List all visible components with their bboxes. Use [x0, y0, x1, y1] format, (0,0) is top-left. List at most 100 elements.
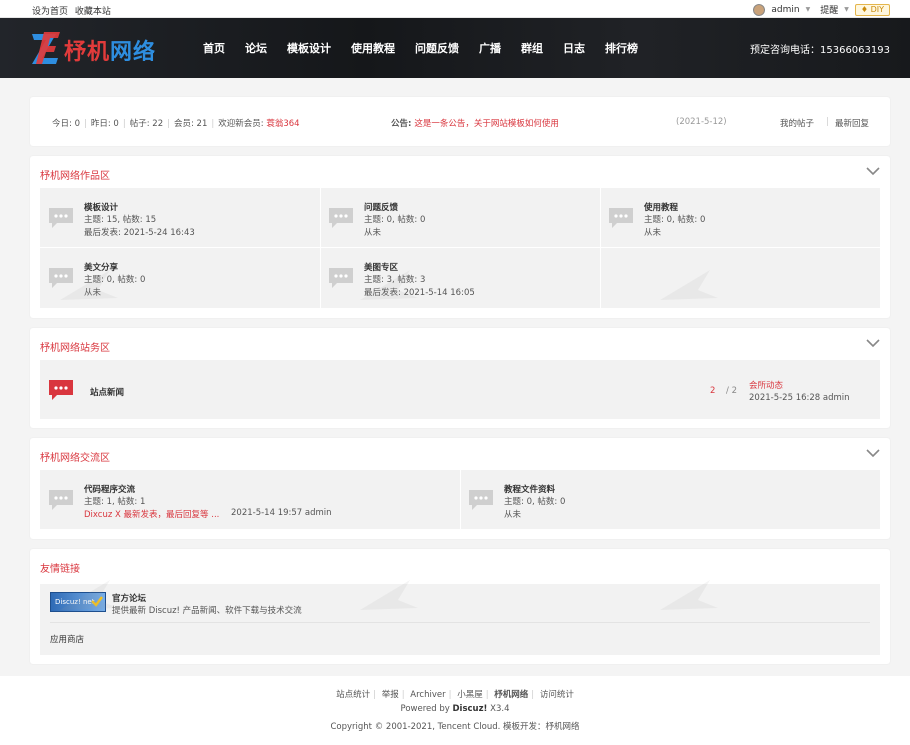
forum-last-post[interactable]: 最后发表: 2021-5-14 16:05 — [364, 286, 475, 298]
forum-bubble-icon — [469, 490, 493, 510]
forum-bubble-icon — [329, 208, 353, 228]
chevron-down-icon[interactable] — [866, 449, 880, 458]
nav-ranking[interactable]: 排行榜 — [605, 40, 638, 56]
my-posts-link[interactable]: 我的帖子 — [780, 117, 814, 129]
forum-name[interactable]: 问题反馈 — [364, 201, 398, 213]
set-homepage-link[interactable]: 设为首页 — [32, 7, 68, 17]
stat-yesterday: 昨日: 0 — [90, 119, 119, 129]
forum-name[interactable]: 代码程序交流 — [84, 483, 135, 495]
forum-row[interactable]: 站点新闻 2 / 2 会所动态 2021-5-25 16:28 admin — [40, 360, 880, 419]
footer-link-stats[interactable]: 站点统计 — [336, 690, 370, 700]
forum-item[interactable]: 教程文件资料 主题: 0, 帖数: 0 从未 — [460, 470, 880, 529]
section-title[interactable]: 杼机网络交流区 — [40, 449, 110, 464]
chevron-down-icon[interactable] — [866, 339, 880, 348]
app-store-link[interactable]: 应用商店 — [50, 633, 84, 645]
official-forum-desc: 提供最新 Discuz! 产品新闻、软件下载与技术交流 — [112, 606, 302, 616]
powered-version: X3.4 — [487, 704, 510, 714]
forum-name[interactable]: 教程文件资料 — [504, 483, 555, 495]
stat-today: 今日: 0 — [52, 119, 80, 129]
site-header: 杼机网络 首页 论坛 模板设计 使用教程 问题反馈 广播 群组 日志 排行榜 预… — [0, 18, 910, 78]
section-exchange: 杼机网络交流区 代码程序交流 主题: 1, 帖数: 1 Dixcuz X 最新发… — [30, 438, 890, 539]
site-logo[interactable]: 杼机网络 — [30, 26, 185, 70]
footer-link-visits[interactable]: 访问统计 — [540, 690, 574, 700]
forum-bubble-icon — [329, 268, 353, 288]
forum-name[interactable]: 模板设计 — [84, 201, 118, 213]
forum-last-post[interactable]: 最后发表: 2021-5-24 16:43 — [84, 226, 195, 238]
forum-bubble-icon — [609, 208, 633, 228]
forum-item[interactable]: 代码程序交流 主题: 1, 帖数: 1 Dixcuz X 最新发表，最后回复等 … — [40, 470, 460, 529]
forum-stats: 主题: 0, 帖数: 0 — [364, 215, 426, 225]
notice-date: (2021-5-12) — [676, 117, 727, 127]
forum-last-post: 从未 — [644, 228, 662, 238]
forum-stats: 主题: 0, 帖数: 0 — [644, 215, 706, 225]
divider: | — [826, 117, 829, 127]
forum-stats: 主题: 3, 帖数: 3 — [364, 275, 426, 285]
forum-stats: 主题: 15, 帖数: 15 — [84, 215, 157, 225]
forum-bubble-new-icon — [49, 380, 73, 400]
notice-label: 公告: — [391, 119, 415, 129]
discuz-logo-text: Discuz! net — [55, 598, 95, 606]
notice-link[interactable]: 这是一条公告，关于网站模板如何使用 — [414, 119, 559, 129]
logo-text-red: 杼机 — [64, 40, 111, 65]
footer-link-archiver[interactable]: Archiver — [410, 690, 445, 700]
forum-item[interactable]: 美图专区 主题: 3, 帖数: 3 最后发表: 2021-5-14 16:05 — [320, 248, 600, 307]
username-link[interactable]: admin — [771, 5, 799, 15]
hotline: 预定咨询电话：15366063193 — [750, 45, 890, 56]
nav-forum[interactable]: 论坛 — [245, 40, 267, 56]
main-nav: 首页 论坛 模板设计 使用教程 问题反馈 广播 群组 日志 排行榜 — [203, 40, 658, 56]
forum-grid: 模板设计 主题: 15, 帖数: 15 最后发表: 2021-5-24 16:4… — [40, 188, 880, 308]
footer-link-blacklist[interactable]: 小黑屋 — [457, 690, 483, 700]
avatar[interactable] — [753, 3, 766, 16]
forum-last-post: 从未 — [84, 288, 102, 298]
last-post-title[interactable]: 会所动态 — [749, 379, 783, 391]
bookmark-link[interactable]: 收藏本站 — [75, 7, 111, 17]
remind-link[interactable]: 提醒 — [820, 3, 838, 16]
post-count: / 2 — [726, 386, 737, 396]
last-post-title[interactable]: Dixcuz X 最新发表，最后回复等 ... — [84, 508, 219, 520]
last-post-info[interactable]: 2021-5-25 16:28 admin — [749, 393, 850, 403]
discuz-link[interactable]: Discuz! — [452, 704, 487, 714]
footer-links: 站点统计 | 举报 | Archiver | 小黑屋 | 杼机网络 | 访问统计 — [336, 690, 574, 700]
thread-count: 2 — [710, 386, 716, 396]
stats-counts: 今日: 0 | 昨日: 0 | 帖子: 22 | 会员: 21 | 欢迎新会员: 蓑翁364 — [52, 119, 300, 129]
forum-bubble-icon — [49, 208, 73, 228]
stat-posts: 帖子: 22 — [129, 119, 164, 129]
forum-item[interactable]: 模板设计 主题: 15, 帖数: 15 最后发表: 2021-5-24 16:4… — [40, 188, 320, 247]
forum-grid: 代码程序交流 主题: 1, 帖数: 1 Dixcuz X 最新发表，最后回复等 … — [40, 470, 880, 529]
nav-blog[interactable]: 日志 — [563, 40, 585, 56]
footer: 站点统计 | 举报 | Archiver | 小黑屋 | 杼机网络 | 访问统计 Powe… — [0, 676, 910, 745]
forum-name[interactable]: 站点新闻 — [90, 386, 124, 398]
footer-link-site[interactable]: 杼机网络 — [494, 690, 528, 700]
chevron-down-icon[interactable]: ▼ — [806, 6, 811, 13]
forum-item[interactable]: 使用教程 主题: 0, 帖数: 0 从未 — [600, 188, 880, 247]
checkmark-icon — [91, 596, 103, 607]
footer-link-report[interactable]: 举报 — [382, 690, 399, 700]
forum-stats: 主题: 0, 帖数: 0 — [504, 497, 566, 507]
forum-last-post: 从未 — [504, 510, 522, 520]
section-affairs: 杼机网络站务区 站点新闻 2 / 2 会所动态 2021-5-25 16:28 … — [30, 328, 890, 428]
forum-item[interactable]: 美文分享 主题: 0, 帖数: 0 从未 — [40, 248, 320, 307]
forum-name[interactable]: 美文分享 — [84, 261, 118, 273]
nav-tutorial[interactable]: 使用教程 — [351, 40, 395, 56]
nav-groups[interactable]: 群组 — [521, 40, 543, 56]
section-title[interactable]: 杼机网络作品区 — [40, 167, 110, 182]
chevron-down-icon[interactable]: ▼ — [844, 6, 849, 13]
nav-template-design[interactable]: 模板设计 — [287, 40, 331, 56]
diy-button[interactable]: ♦ DIY — [854, 3, 890, 16]
forum-name[interactable]: 使用教程 — [644, 201, 678, 213]
forum-stats: 主题: 0, 帖数: 0 — [84, 275, 146, 285]
forum-item[interactable]: 问题反馈 主题: 0, 帖数: 0 从未 — [320, 188, 600, 247]
nav-feedback[interactable]: 问题反馈 — [415, 40, 459, 56]
official-forum-link[interactable]: 官方论坛 — [112, 592, 146, 604]
section-title[interactable]: 杼机网络站务区 — [40, 339, 110, 354]
latest-reply-link[interactable]: 最新回复 — [835, 117, 869, 129]
logo-text-blue: 网络 — [110, 40, 157, 65]
nav-broadcast[interactable]: 广播 — [479, 40, 501, 56]
section-works: 杼机网络作品区 模板设计 主题: 15, 帖数: 15 最后发表: 2021-5… — [30, 156, 890, 318]
chevron-down-icon[interactable] — [866, 167, 880, 176]
last-post-info[interactable]: 2021-5-14 19:57 admin — [231, 508, 332, 518]
forum-name[interactable]: 美图专区 — [364, 261, 398, 273]
new-member-link[interactable]: 蓑翁364 — [266, 119, 299, 129]
nav-home[interactable]: 首页 — [203, 40, 225, 56]
friend-links: 友情链接 Discuz! net 官方论坛 提供最新 Discuz! 产品新闻、… — [30, 549, 890, 664]
